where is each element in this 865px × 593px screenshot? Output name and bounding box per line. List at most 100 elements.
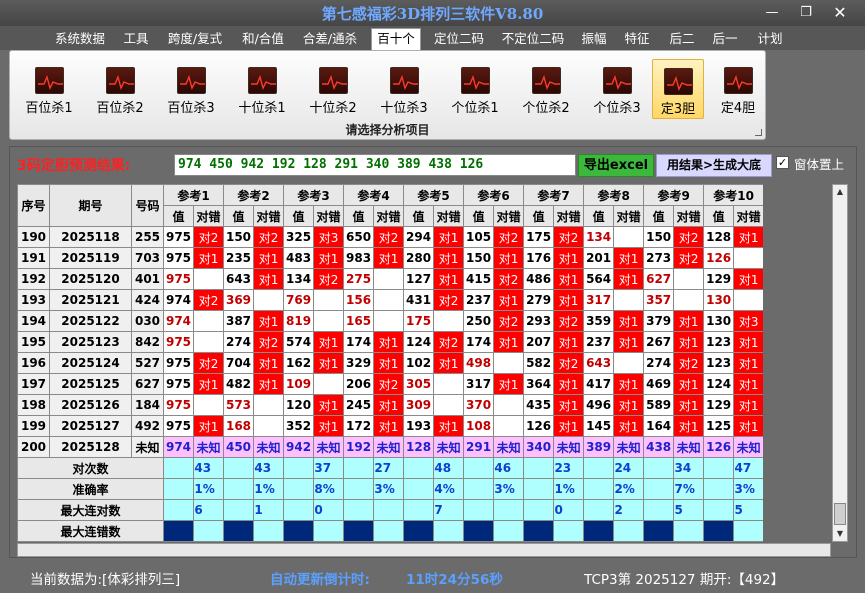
table-row[interactable]: 198 2025126 184 975 573 120 对1 245 对1 309 370 435 对1…: [17, 394, 765, 416]
ribbon-button-2[interactable]: 百位杀2: [89, 59, 151, 119]
table-row[interactable]: 194 2025122 030 974 387 对1 819 165 175 250 对2 293 对2…: [17, 310, 765, 332]
ribbon-button-1[interactable]: 百位杀1: [18, 59, 80, 119]
column-header-ref-4[interactable]: 参考4: [343, 184, 405, 206]
table-row[interactable]: 196 2025124 527 975 对2 704 对1 162 对1 329 对1 102 对1 49…: [17, 352, 765, 374]
scroll-down-icon[interactable]: ▼: [833, 527, 847, 541]
ribbon-button-7[interactable]: 个位杀1: [444, 59, 506, 119]
ref-value-cell: 235: [223, 247, 255, 269]
ref-hit-cell: 对1: [673, 415, 705, 437]
row-seq: 197: [17, 373, 50, 395]
vertical-scrollbar[interactable]: ▲ ▼: [832, 184, 848, 542]
ribbon-button-8[interactable]: 个位杀2: [515, 59, 577, 119]
row-period: 2025121: [49, 289, 132, 311]
ref-hit-cell: 对1: [733, 352, 765, 374]
table-row[interactable]: 195 2025123 842 975 274 对2 574 对1 174 对1 124 对2 174 对…: [17, 331, 765, 353]
table-row[interactable]: 190 2025118 255 975 对2 150 对2 325 对3 650 对2 294 对1 10…: [17, 226, 765, 248]
column-header-ref-3[interactable]: 参考3: [283, 184, 345, 206]
ref-hit-cell: 对2: [192, 352, 225, 374]
column-header-ref-1[interactable]: 参考1: [162, 184, 225, 206]
generate-base-button[interactable]: 用结果>生成大底: [656, 154, 772, 177]
stats-blank-cell: [523, 478, 555, 500]
stats-blank-cell: [163, 478, 194, 500]
column-header-ref-2[interactable]: 参考2: [223, 184, 285, 206]
ribbon-button-4[interactable]: 十位杀1: [231, 59, 293, 119]
ref-value-cell: 168: [223, 415, 255, 437]
topmost-checkbox[interactable]: ✓: [776, 156, 789, 169]
row-seq: 200: [17, 436, 50, 458]
data-source-status: 当前数据为:[体彩排列三]: [30, 572, 181, 588]
ref-hit-cell: 对1: [192, 247, 225, 269]
subheader-hit: 对错: [313, 205, 345, 227]
ref-value-cell: 129: [703, 394, 735, 416]
stats-value: 74%: [433, 478, 465, 500]
ref-hit-cell: 对1: [553, 268, 585, 290]
ref-value-cell: 127: [403, 268, 435, 290]
ref-value-cell: 975: [163, 268, 194, 290]
horizontal-scrollbar[interactable]: [17, 543, 831, 557]
stats-blank-cell: [163, 457, 194, 479]
stats-blank-cell: [163, 499, 194, 521]
column-header-ref-7[interactable]: 参考7: [523, 184, 585, 206]
table-row[interactable]: 193 2025121 424 974 对2 369 769 156 431 对2 237 对1 279…: [17, 289, 765, 311]
table-row-prediction[interactable]: 200 2025128 未知 974 未知 450 未知 942 未知 192 未知 128 未知 291…: [17, 436, 765, 458]
menu-positions[interactable]: 百十个: [371, 28, 421, 50]
menu-sum[interactable]: 和/合值: [236, 29, 290, 49]
menu-features[interactable]: 特征: [620, 29, 654, 49]
stats-value: 148: [433, 457, 465, 479]
minimize-button[interactable]: —: [760, 4, 784, 22]
subheader-hit: 对错: [673, 205, 705, 227]
column-header-ref-5[interactable]: 参考5: [403, 184, 465, 206]
ribbon-button-5[interactable]: 十位杀2: [302, 59, 364, 119]
ribbon-caption: 请选择分析项目: [345, 123, 430, 137]
ribbon-expand-icon[interactable]: [755, 129, 762, 136]
ref-value-cell: 340: [523, 436, 555, 458]
scroll-up-icon[interactable]: ▲: [833, 185, 847, 199]
maximize-button[interactable]: ❐: [794, 4, 818, 22]
menu-last-one[interactable]: 后一: [707, 29, 743, 49]
stats-value: 146: [493, 457, 525, 479]
ref-hit-cell: 对1: [493, 331, 525, 353]
column-header-ref-10[interactable]: 参考10: [703, 184, 765, 206]
table-row[interactable]: 192 2025120 401 975 643 对1 134 对2 275 127 对1 415 对2 4…: [17, 268, 765, 290]
ribbon-button-11[interactable]: 定4胆: [712, 59, 764, 119]
table-row[interactable]: 199 2025127 492 975 对1 168 352 对1 172 对1 193 对1 108 1…: [17, 415, 765, 437]
ribbon-button-6[interactable]: 十位杀3: [373, 59, 435, 119]
ribbon-button-9[interactable]: 个位杀3: [586, 59, 648, 119]
ref-hit-cell: 对1: [673, 331, 705, 353]
chart-icon: [390, 67, 419, 94]
ref-hit-cell: 对2: [553, 226, 585, 248]
menu-unpositioned-two[interactable]: 不定位二码: [497, 29, 569, 49]
menu-diff[interactable]: 合差/通杀: [297, 29, 363, 49]
ref-hit-cell: [733, 289, 765, 311]
export-excel-button[interactable]: 导出excel: [578, 154, 654, 177]
ref-value-cell: 975: [163, 352, 194, 374]
menu-position-two[interactable]: 定位二码: [428, 29, 490, 49]
ref-value-cell: 291: [463, 436, 495, 458]
close-button[interactable]: ✕: [828, 4, 852, 22]
column-header-ref-8[interactable]: 参考8: [583, 184, 645, 206]
stats-value: 123: [553, 457, 585, 479]
menu-tools[interactable]: 工具: [118, 29, 154, 49]
scroll-thumb[interactable]: [834, 503, 846, 525]
menu-span[interactable]: 跨度/复式: [162, 29, 228, 49]
column-header-ref-6[interactable]: 参考6: [463, 184, 525, 206]
table-row[interactable]: 197 2025125 627 975 对1 482 对1 109 206 对2 305 317 对1 3…: [17, 373, 765, 395]
ribbon-button-10[interactable]: 定3胆: [652, 59, 704, 119]
ref-hit-cell: 对1: [433, 247, 465, 269]
prediction-result-field[interactable]: 974 450 942 192 128 291 340 389 438 126: [174, 154, 576, 176]
table-row[interactable]: 191 2025119 703 975 对1 235 对1 483 对1 983 对1 280 对1 15…: [17, 247, 765, 269]
menu-last-two[interactable]: 后二: [664, 29, 700, 49]
row-number: 255: [131, 226, 164, 248]
row-number: 184: [131, 394, 164, 416]
menu-system-data[interactable]: 系统数据: [49, 29, 111, 49]
ribbon-button-label: 百位杀3: [167, 101, 215, 116]
menu-amplitude[interactable]: 振幅: [577, 29, 611, 49]
ref-value-cell: 317: [583, 289, 615, 311]
ref-value-cell: 431: [403, 289, 435, 311]
subheader-value: 值: [463, 205, 495, 227]
ref-value-cell: 280: [403, 247, 435, 269]
column-header-ref-9[interactable]: 参考9: [643, 184, 705, 206]
window-title: 第七感福彩3D排列三软件V8.80: [321, 5, 544, 23]
ribbon-button-3[interactable]: 百位杀3: [160, 59, 222, 119]
menu-plan[interactable]: 计划: [752, 29, 788, 49]
